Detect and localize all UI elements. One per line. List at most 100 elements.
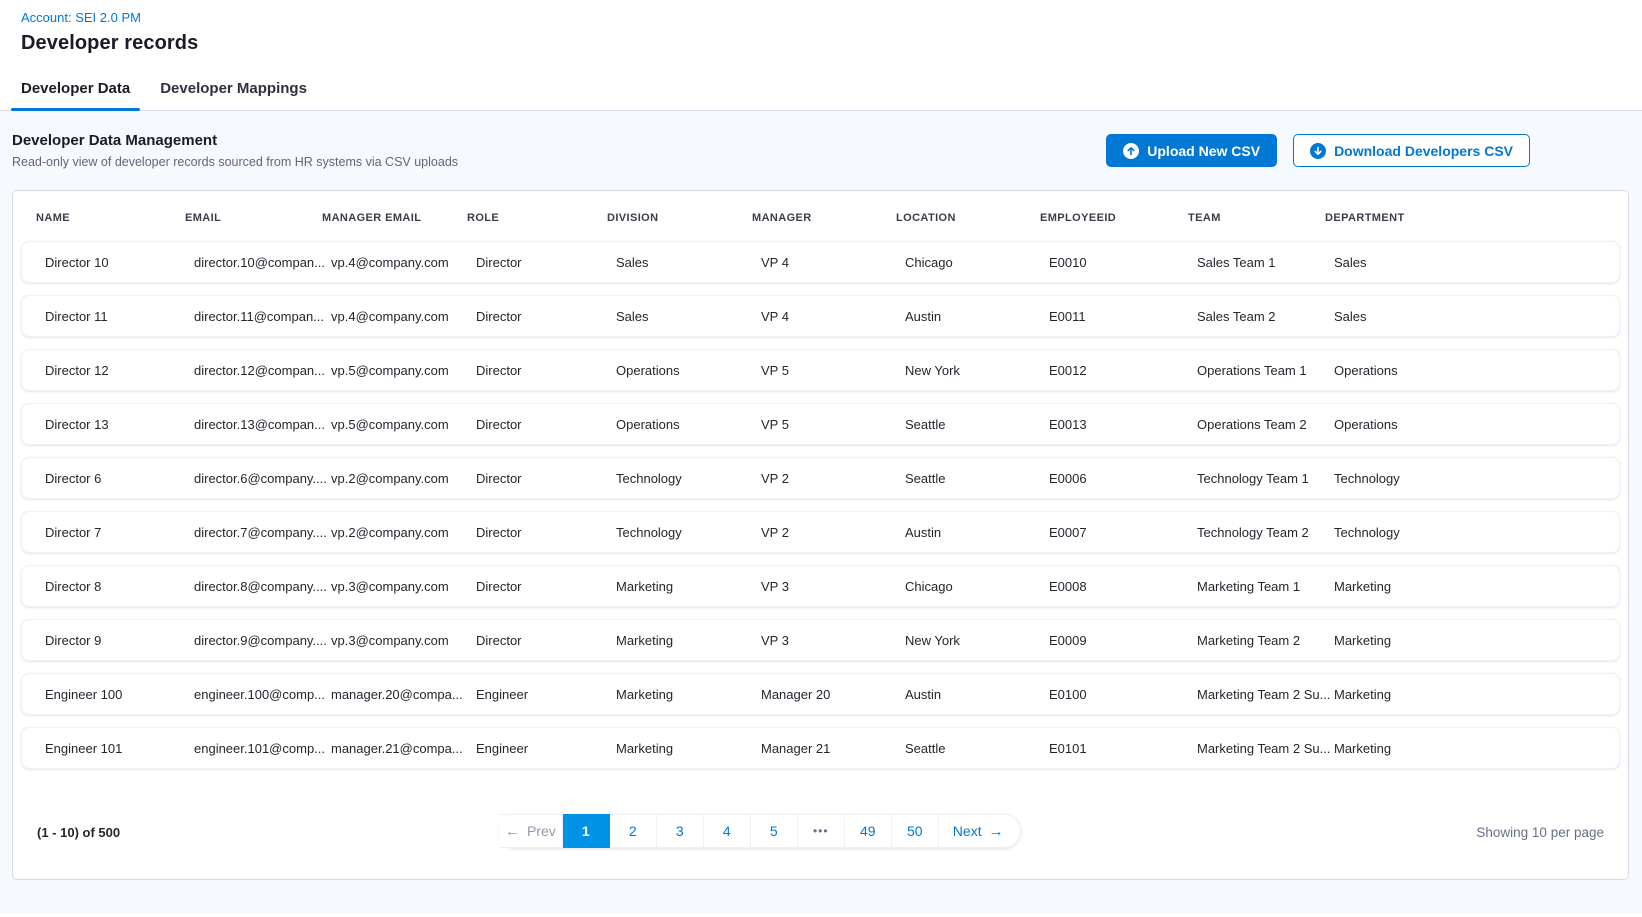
cell-division: Marketing bbox=[616, 633, 761, 648]
cell-location: Austin bbox=[905, 525, 1049, 540]
cell-role: Director bbox=[476, 579, 616, 594]
cell-team: Marketing Team 2 Su... bbox=[1197, 741, 1334, 756]
account-breadcrumb-link[interactable]: Account: SEI 2.0 PM bbox=[21, 10, 1621, 25]
cell-name: Director 13 bbox=[45, 417, 194, 432]
record-range-text: (1 - 10) of 500 bbox=[37, 825, 120, 840]
cell-division: Sales bbox=[616, 255, 761, 270]
download-developers-csv-button[interactable]: Download Developers CSV bbox=[1293, 134, 1530, 167]
cell-role: Director bbox=[476, 417, 616, 432]
pagination-button[interactable]: ← 3 → bbox=[657, 814, 704, 848]
cell-location: Seattle bbox=[905, 471, 1049, 486]
pagination-button[interactable]: ← ••• → bbox=[798, 814, 845, 848]
cell-email: engineer.101@comp... bbox=[194, 741, 331, 756]
cell-department: Marketing bbox=[1334, 741, 1619, 756]
cell-department: Operations bbox=[1334, 417, 1619, 432]
column-header: MANAGER bbox=[752, 212, 896, 224]
pagination-button[interactable]: ← 50 → bbox=[892, 814, 939, 848]
cell-manager: VP 2 bbox=[761, 525, 905, 540]
table-footer: (1 - 10) of 500 ← Prev → ← 1 → ← 2 → bbox=[13, 785, 1628, 879]
cell-location: Seattle bbox=[905, 741, 1049, 756]
pagination-button-label: 4 bbox=[723, 823, 731, 839]
tab[interactable]: Developer Mappings bbox=[150, 70, 317, 110]
section-subtitle: Read-only view of developer records sour… bbox=[12, 155, 458, 169]
cell-name: Director 8 bbox=[45, 579, 194, 594]
pagination-button[interactable]: ← 4 → bbox=[704, 814, 751, 848]
pagination-button[interactable]: ← 2 → bbox=[610, 814, 657, 848]
cell-location: New York bbox=[905, 633, 1049, 648]
cell-team: Technology Team 1 bbox=[1197, 471, 1334, 486]
pagination-button[interactable]: ← 1 → bbox=[563, 814, 610, 848]
column-header: EMAIL bbox=[185, 212, 322, 224]
cell-email: director.8@company.... bbox=[194, 579, 331, 594]
pagination-button-label: 3 bbox=[676, 823, 684, 839]
cell-name: Engineer 101 bbox=[45, 741, 194, 756]
cell-name: Director 12 bbox=[45, 363, 194, 378]
section-title: Developer Data Management bbox=[12, 132, 458, 149]
cell-manager: Manager 20 bbox=[761, 687, 905, 702]
cell-manager: VP 5 bbox=[761, 417, 905, 432]
pagination-button[interactable]: ← 49 → bbox=[845, 814, 892, 848]
column-header: LOCATION bbox=[896, 212, 1040, 224]
tab[interactable]: Developer Data bbox=[11, 70, 140, 110]
cell-department: Marketing bbox=[1334, 579, 1619, 594]
pagination-button[interactable]: ← Prev → bbox=[499, 814, 563, 848]
cell-manager-email: vp.5@company.com bbox=[331, 363, 476, 378]
cell-name: Director 7 bbox=[45, 525, 194, 540]
column-header: DEPARTMENT bbox=[1325, 212, 1628, 224]
cell-manager: VP 4 bbox=[761, 255, 905, 270]
pagination-button-label: Next bbox=[953, 823, 982, 839]
cell-employee-id: E0006 bbox=[1049, 471, 1197, 486]
cell-team: Marketing Team 1 bbox=[1197, 579, 1334, 594]
pagination-button-label: 49 bbox=[860, 823, 876, 839]
arrow-left-icon: ← bbox=[505, 824, 520, 839]
cell-division: Marketing bbox=[616, 579, 761, 594]
cell-name: Engineer 100 bbox=[45, 687, 194, 702]
cell-manager-email: vp.4@company.com bbox=[331, 255, 476, 270]
pagination-button-label: Prev bbox=[527, 823, 556, 839]
cell-employee-id: E0100 bbox=[1049, 687, 1197, 702]
table-row: Director 10 director.10@compan... vp.4@c… bbox=[21, 241, 1620, 283]
top-header: Account: SEI 2.0 PM Developer records bbox=[0, 0, 1642, 55]
arrow-right-icon: → bbox=[989, 824, 1004, 839]
cell-manager: VP 4 bbox=[761, 309, 905, 324]
header-buttons: Upload New CSV Download Developers CSV bbox=[1106, 134, 1530, 167]
pagination-button[interactable]: ← 5 → bbox=[751, 814, 798, 848]
table-row: Director 11 director.11@compan... vp.4@c… bbox=[21, 295, 1620, 337]
cell-employee-id: E0101 bbox=[1049, 741, 1197, 756]
table-row: Director 13 director.13@compan... vp.5@c… bbox=[21, 403, 1620, 445]
cell-department: Marketing bbox=[1334, 633, 1619, 648]
cell-division: Operations bbox=[616, 417, 761, 432]
upload-new-csv-button[interactable]: Upload New CSV bbox=[1106, 134, 1277, 167]
column-header: NAME bbox=[36, 212, 185, 224]
cell-email: director.9@company.... bbox=[194, 633, 331, 648]
cell-name: Director 9 bbox=[45, 633, 194, 648]
cell-role: Director bbox=[476, 525, 616, 540]
cell-email: director.6@company.... bbox=[194, 471, 331, 486]
column-header: TEAM bbox=[1188, 212, 1325, 224]
cell-manager-email: vp.2@company.com bbox=[331, 471, 476, 486]
cell-location: New York bbox=[905, 363, 1049, 378]
cell-manager: Manager 21 bbox=[761, 741, 905, 756]
cell-location: Chicago bbox=[905, 579, 1049, 594]
cell-manager: VP 3 bbox=[761, 633, 905, 648]
cell-department: Marketing bbox=[1334, 687, 1619, 702]
cell-division: Marketing bbox=[616, 687, 761, 702]
cell-manager-email: vp.2@company.com bbox=[331, 525, 476, 540]
cell-employee-id: E0013 bbox=[1049, 417, 1197, 432]
cell-department: Technology bbox=[1334, 525, 1619, 540]
cell-team: Marketing Team 2 bbox=[1197, 633, 1334, 648]
cell-role: Director bbox=[476, 471, 616, 486]
cell-manager: VP 3 bbox=[761, 579, 905, 594]
cell-role: Engineer bbox=[476, 687, 616, 702]
cell-manager-email: vp.4@company.com bbox=[331, 309, 476, 324]
cell-role: Director bbox=[476, 309, 616, 324]
download-icon bbox=[1310, 143, 1326, 159]
table-row: Director 6 director.6@company.... vp.2@c… bbox=[21, 457, 1620, 499]
cell-name: Director 6 bbox=[45, 471, 194, 486]
pagination-button-label: 5 bbox=[770, 823, 778, 839]
cell-team: Operations Team 2 bbox=[1197, 417, 1334, 432]
table-row: Director 12 director.12@compan... vp.5@c… bbox=[21, 349, 1620, 391]
upload-button-label: Upload New CSV bbox=[1147, 143, 1260, 159]
cell-manager-email: vp.3@company.com bbox=[331, 579, 476, 594]
pagination-button[interactable]: ← Next → bbox=[939, 814, 1021, 848]
